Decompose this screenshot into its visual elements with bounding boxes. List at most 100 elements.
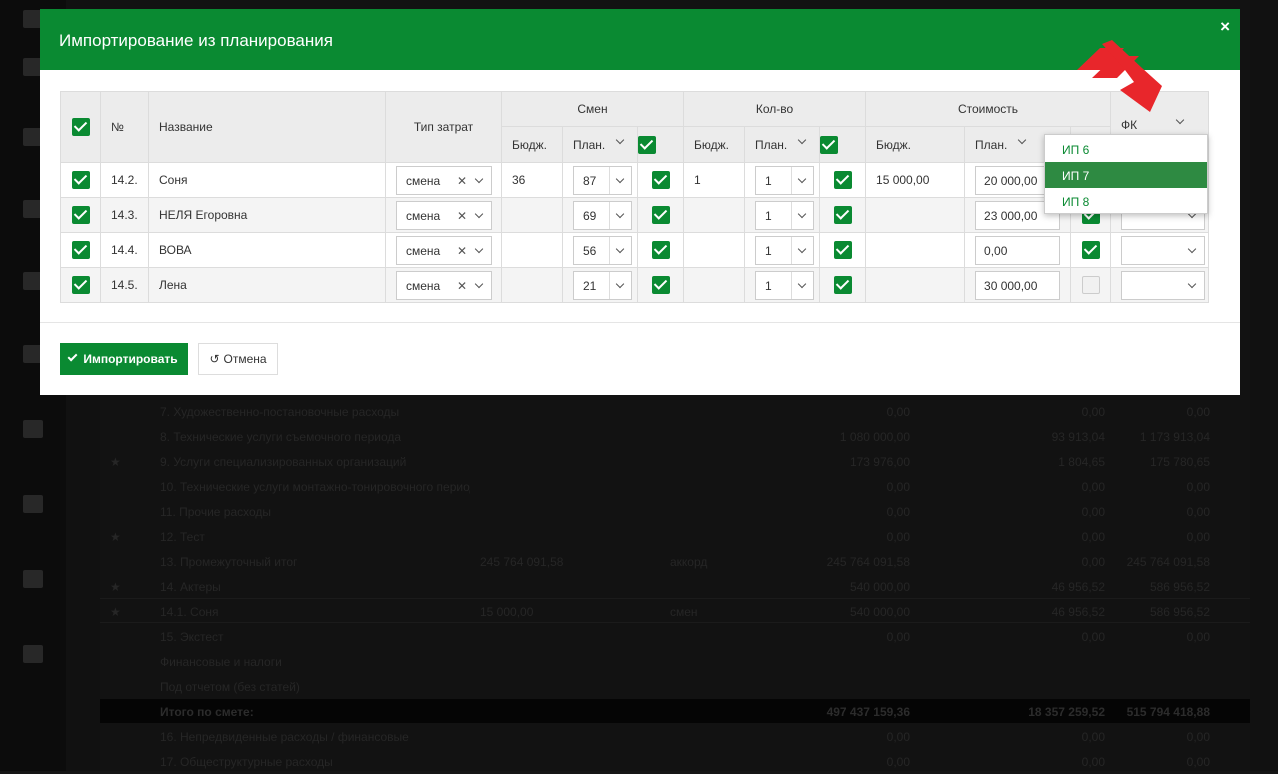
background-cell: 0,00	[886, 530, 910, 544]
close-icon[interactable]: ×	[1220, 17, 1230, 37]
background-row: 7. Художественно-постановочные расходы 0,…	[100, 399, 1250, 424]
background-cell: 0,00	[886, 630, 910, 644]
shifts-checkbox[interactable]	[637, 197, 684, 233]
background-cell: ★	[110, 530, 121, 544]
cost-type-select[interactable]: смена ✕	[396, 165, 492, 195]
shifts-plan-value: 56	[583, 243, 597, 258]
background-row: ★ 12. Тест 0,00 0,00 0,00	[100, 524, 1250, 549]
row-qty-budget	[683, 197, 745, 233]
cost-plan-input[interactable]: 0,00	[975, 235, 1061, 265]
qty-plan-select[interactable]: 1	[755, 200, 814, 230]
shifts-plan-select[interactable]: 21	[573, 270, 632, 300]
subheader-qty-budget: Бюдж.	[683, 126, 745, 163]
row-shifts-plan-cell: 69	[562, 197, 638, 233]
cost-plan-input[interactable]: 30 000,00	[975, 270, 1061, 300]
background-cell: 0,00	[886, 730, 910, 744]
qty-checkbox[interactable]	[818, 267, 867, 303]
qty-plan-select[interactable]: 1	[755, 270, 814, 300]
qty-plan-select[interactable]: 1	[755, 165, 814, 195]
cost-checkbox[interactable]	[1070, 267, 1112, 303]
clear-icon[interactable]: ✕	[457, 279, 467, 293]
clear-icon[interactable]: ✕	[457, 209, 467, 223]
background-cell: 1 080 000,00	[839, 430, 910, 444]
background-row: 13. Промежуточный итог 245 764 091,58 акко…	[100, 549, 1250, 574]
cost-type-select[interactable]: смена ✕	[396, 270, 492, 300]
row-select-checkbox[interactable]	[60, 232, 101, 268]
fk-select[interactable]	[1121, 235, 1206, 265]
import-button-label: Импортировать	[83, 352, 178, 366]
subheader-shifts-plan-label: План.	[573, 137, 606, 152]
row-cost-budget	[865, 232, 966, 268]
background-cell: 0,00	[1081, 505, 1105, 519]
sidebar-item	[0, 420, 66, 441]
qty-checkbox[interactable]	[818, 232, 867, 268]
row-select-checkbox[interactable]	[60, 267, 101, 303]
chevron-down-icon	[797, 137, 807, 147]
row-cost-budget: 15 000,00	[865, 162, 966, 198]
cost-type-value: смена	[406, 243, 441, 258]
shifts-checkbox[interactable]	[637, 267, 684, 303]
fk-option[interactable]: ИП 7	[1045, 162, 1207, 188]
shifts-plan-select[interactable]: 69	[573, 200, 632, 230]
qty-checkbox[interactable]	[818, 162, 867, 198]
background-cell: 0,00	[1186, 755, 1210, 769]
chevron-down-icon	[469, 272, 491, 299]
clear-icon[interactable]: ✕	[457, 174, 467, 188]
shifts-plan-select[interactable]: 56	[573, 235, 632, 265]
background-cell: 540 000,00	[849, 605, 910, 619]
row-select-checkbox[interactable]	[60, 197, 101, 233]
background-cell: смен	[670, 605, 698, 619]
cost-type-select[interactable]: смена ✕	[396, 235, 492, 265]
background-cell: 0,00	[1081, 405, 1105, 419]
select-all-checkbox[interactable]	[60, 91, 101, 163]
qty-select-all-checkbox[interactable]	[818, 126, 867, 163]
background-cell: Финансовые и налоги	[160, 655, 282, 669]
subheader-cost-plan-label: План.	[975, 137, 1008, 152]
row-qty-budget	[683, 267, 745, 303]
row-fk-cell	[1110, 232, 1210, 268]
qty-plan-value: 1	[765, 208, 772, 223]
row-select-checkbox[interactable]	[60, 162, 101, 198]
chevron-down-icon	[609, 271, 631, 299]
background-row: Итого по смете: 497 437 159,36 18 357 259,…	[100, 699, 1250, 723]
chevron-down-icon	[609, 166, 631, 194]
background-row: 16. Непредвиденные расходы / финансовые 0…	[100, 724, 1250, 749]
row-qty-plan-cell: 1	[744, 162, 820, 198]
import-table-wrapper: № Название Тип затрат Смен Кол-во Стоимо…	[60, 91, 1210, 303]
background-cell: 0,00	[1186, 730, 1210, 744]
qty-checkbox[interactable]	[818, 197, 867, 233]
cost-type-select[interactable]: смена ✕	[396, 200, 492, 230]
chevron-down-icon	[615, 137, 625, 147]
qty-plan-value: 1	[765, 173, 772, 188]
cancel-button[interactable]: ↺ Отмена	[198, 343, 278, 375]
background-cell: ★	[110, 455, 121, 469]
row-cost-type-cell: смена ✕	[385, 232, 502, 268]
background-cell: 245 764 091,58	[480, 555, 564, 569]
col-header-cost-type: Тип затрат	[385, 91, 502, 163]
background-row: 10. Технические услуги монтажно-тонирово…	[100, 474, 1250, 499]
clear-icon[interactable]: ✕	[457, 244, 467, 258]
subheader-qty-plan[interactable]: План.	[744, 126, 820, 163]
background-cell: 15 000,00	[480, 605, 534, 619]
subheader-shifts-plan[interactable]: План.	[562, 126, 638, 163]
row-shifts-budget	[501, 197, 563, 233]
background-cell: 17. Общеструктурные расходы	[160, 755, 333, 769]
modal-divider	[40, 322, 1240, 323]
cost-checkbox[interactable]	[1070, 232, 1112, 268]
fk-option[interactable]: ИП 6	[1045, 136, 1207, 162]
background-cell: 9. Услуги специализированных организаций	[160, 455, 407, 469]
background-cell: 16. Непредвиденные расходы / финансовые	[160, 730, 409, 744]
fk-select[interactable]	[1121, 270, 1206, 300]
shifts-select-all-checkbox[interactable]	[637, 126, 684, 163]
background-cell: 15. Экстест	[160, 630, 224, 644]
shifts-plan-select[interactable]: 87	[573, 165, 632, 195]
background-cell: 12. Тест	[160, 530, 205, 544]
shifts-checkbox[interactable]	[637, 162, 684, 198]
shifts-checkbox[interactable]	[637, 232, 684, 268]
background-cell: 0,00	[1081, 480, 1105, 494]
red-arrow-icon	[1077, 40, 1162, 112]
row-number: 14.3.	[100, 197, 149, 233]
qty-plan-select[interactable]: 1	[755, 235, 814, 265]
import-button[interactable]: Импортировать	[60, 343, 188, 375]
fk-option[interactable]: ИП 8	[1045, 188, 1207, 214]
